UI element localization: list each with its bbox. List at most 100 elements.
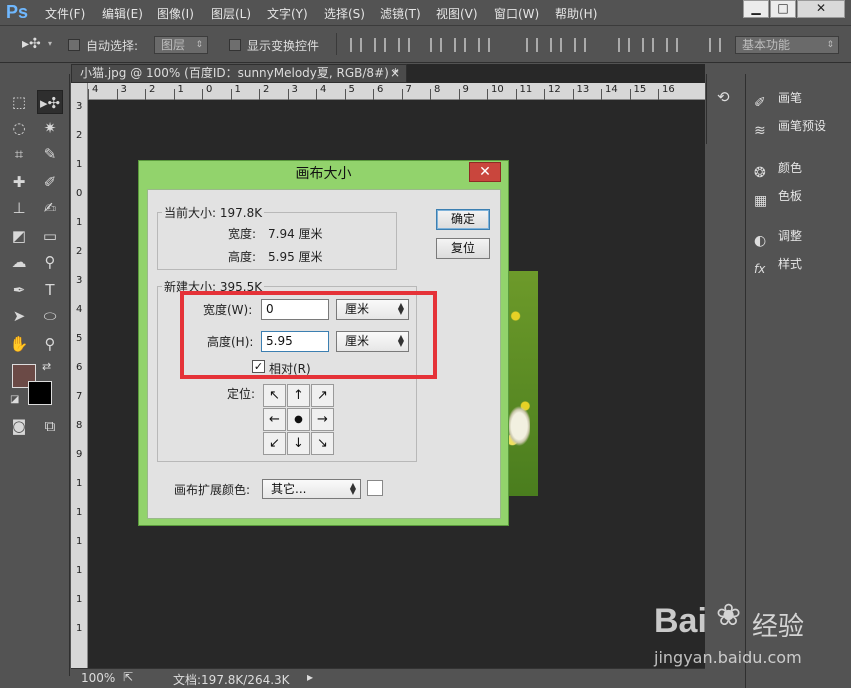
magic-wand-tool-icon[interactable]: ✷ bbox=[37, 116, 63, 140]
path-selection-tool-icon[interactable]: ➤ bbox=[6, 304, 32, 328]
panel-brush[interactable]: ✐ 画笔 bbox=[754, 86, 802, 111]
ruler-tick-label: 2 bbox=[263, 84, 270, 95]
auto-align-icon[interactable] bbox=[709, 38, 721, 52]
maximize-button[interactable]: □ bbox=[770, 0, 796, 18]
auto-select-checkbox[interactable] bbox=[68, 39, 80, 51]
align-bottom-icon[interactable] bbox=[398, 38, 410, 52]
type-tool-icon[interactable]: T bbox=[37, 278, 63, 302]
default-colors-icon[interactable]: ◪ bbox=[10, 394, 19, 405]
menu-file[interactable]: 文件(F) bbox=[45, 5, 85, 22]
lasso-tool-icon[interactable]: ◌ bbox=[6, 116, 32, 140]
menu-layer[interactable]: 图层(L) bbox=[211, 5, 251, 22]
healing-brush-tool-icon[interactable]: ✚ bbox=[6, 170, 32, 194]
ruler-tick bbox=[173, 89, 175, 100]
reset-button[interactable]: 复位 bbox=[436, 238, 490, 259]
menu-image[interactable]: 图像(I) bbox=[157, 5, 194, 22]
export-icon[interactable]: ⇱ bbox=[123, 670, 133, 684]
extension-color-select[interactable]: 其它... ▲ ▼ bbox=[262, 479, 361, 499]
anchor-right[interactable]: → bbox=[311, 408, 334, 431]
anchor-top-right[interactable]: ↗ bbox=[311, 384, 334, 407]
zoom-tool-icon[interactable]: ⚲ bbox=[37, 332, 63, 356]
anchor-top[interactable]: ↑ bbox=[287, 384, 310, 407]
align-right-icon[interactable] bbox=[478, 38, 490, 52]
dodge-tool-icon[interactable]: ⚲ bbox=[37, 250, 63, 274]
history-icon[interactable]: ⟲ bbox=[717, 88, 730, 106]
ruler-tick-label: 1 bbox=[76, 623, 83, 634]
ruler-tick-label: 1 bbox=[76, 507, 83, 518]
swatches-grid-icon: ▦ bbox=[754, 192, 768, 209]
anchor-top-left[interactable]: ↖ bbox=[263, 384, 286, 407]
panel-color[interactable]: ❂ 颜色 bbox=[754, 156, 802, 181]
distribute-right-icon[interactable] bbox=[666, 38, 678, 52]
eraser-tool-icon[interactable]: ◩ bbox=[6, 224, 32, 248]
anchor-center[interactable]: ● bbox=[287, 408, 310, 431]
menu-filter[interactable]: 滤镜(T) bbox=[380, 5, 421, 22]
auto-select-target-value: 图层 bbox=[161, 38, 186, 52]
chevron-down-icon[interactable]: ▾ bbox=[48, 39, 52, 48]
dialog-close-button[interactable]: ✕ bbox=[469, 162, 501, 182]
pen-tool-icon[interactable]: ✒ bbox=[6, 278, 32, 302]
anchor-bottom-right[interactable]: ↘ bbox=[311, 432, 334, 455]
distribute-bottom-icon[interactable] bbox=[574, 38, 586, 52]
panel-swatches[interactable]: ▦ 色板 bbox=[754, 184, 802, 209]
blur-tool-icon[interactable]: ☁ bbox=[6, 250, 32, 274]
menu-view[interactable]: 视图(V) bbox=[436, 5, 478, 22]
ruler-tick-label: 3 bbox=[76, 101, 83, 112]
menu-select[interactable]: 选择(S) bbox=[324, 5, 365, 22]
ruler-tick-label: 9 bbox=[462, 84, 469, 95]
anchor-bottom[interactable]: ↓ bbox=[287, 432, 310, 455]
distribute-left-icon[interactable] bbox=[618, 38, 630, 52]
menu-help[interactable]: 帮助(H) bbox=[555, 5, 597, 22]
align-left-icon[interactable] bbox=[430, 38, 442, 52]
distribute-top-icon[interactable] bbox=[526, 38, 538, 52]
ruler-tick-label: 7 bbox=[405, 84, 412, 95]
align-top-icon[interactable] bbox=[350, 38, 362, 52]
gradient-tool-icon[interactable]: ▭ bbox=[37, 224, 63, 248]
paw-icon: ❀ bbox=[716, 598, 742, 633]
crop-tool-icon[interactable]: ⌗ bbox=[6, 142, 32, 166]
align-hcenter-icon[interactable] bbox=[454, 38, 466, 52]
history-brush-tool-icon[interactable]: ✍ bbox=[37, 196, 63, 220]
ok-button[interactable]: 确定 bbox=[436, 209, 490, 230]
zoom-level[interactable]: 100% bbox=[81, 671, 115, 685]
panel-brush-presets[interactable]: ≋ 画笔预设 bbox=[754, 114, 826, 139]
screen-mode-icon[interactable]: ⧉ bbox=[37, 414, 63, 438]
chevron-updown-icon: ⇕ bbox=[826, 40, 834, 50]
ellipse-tool-icon[interactable]: ⬭ bbox=[37, 304, 63, 328]
swap-colors-icon[interactable]: ⇄ bbox=[42, 360, 51, 373]
auto-select-target-combo[interactable]: 图层 ⇕ bbox=[154, 36, 208, 54]
current-width-label: 宽度: bbox=[228, 227, 257, 241]
move-tool-preset-icon[interactable]: ▸✣ bbox=[22, 36, 41, 52]
move-tool-icon[interactable]: ▸✣ bbox=[37, 90, 63, 114]
menu-edit[interactable]: 编辑(E) bbox=[102, 5, 143, 22]
brush-icon: ✐ bbox=[754, 94, 766, 111]
ruler-tick-label: 1 bbox=[76, 159, 83, 170]
menu-window[interactable]: 窗口(W) bbox=[494, 5, 539, 22]
document-tab[interactable]: 小猫.jpg @ 100% (百度ID：sunnyMelody夏, RGB/8#… bbox=[71, 64, 407, 83]
quick-mask-icon[interactable]: ◙ bbox=[6, 414, 32, 438]
hand-tool-icon[interactable]: ✋ bbox=[6, 332, 32, 356]
anchor-left[interactable]: ← bbox=[263, 408, 286, 431]
distribute-vcenter-icon[interactable] bbox=[550, 38, 562, 52]
ruler-tick bbox=[88, 89, 89, 100]
menu-type[interactable]: 文字(Y) bbox=[267, 5, 308, 22]
extension-color-swatch[interactable] bbox=[367, 480, 383, 496]
align-vcenter-icon[interactable] bbox=[374, 38, 386, 52]
minimize-button[interactable]: ▁ bbox=[743, 0, 769, 18]
status-menu-arrow-icon[interactable]: ▸ bbox=[307, 670, 313, 684]
marquee-tool-icon[interactable]: ⬚ bbox=[6, 90, 32, 114]
brush-tool-icon[interactable]: ✐ bbox=[37, 170, 63, 194]
close-tab-icon[interactable]: × bbox=[390, 65, 400, 82]
panel-adjustments[interactable]: ◐ 调整 bbox=[754, 224, 802, 249]
close-window-button[interactable]: ✕ bbox=[797, 0, 845, 18]
panel-styles[interactable]: fx 样式 bbox=[754, 252, 802, 276]
eyedropper-tool-icon[interactable]: ✎ bbox=[37, 142, 63, 166]
distribute-hcenter-icon[interactable] bbox=[642, 38, 654, 52]
ruler-tick-label: 7 bbox=[76, 391, 83, 402]
background-color-swatch[interactable] bbox=[28, 381, 52, 405]
workspace-combo[interactable]: 基本功能 ⇕ bbox=[735, 36, 839, 54]
anchor-label: 定位: bbox=[227, 387, 256, 401]
show-transform-checkbox[interactable] bbox=[229, 39, 241, 51]
clone-stamp-tool-icon[interactable]: ⊥ bbox=[6, 196, 32, 220]
anchor-bottom-left[interactable]: ↙ bbox=[263, 432, 286, 455]
